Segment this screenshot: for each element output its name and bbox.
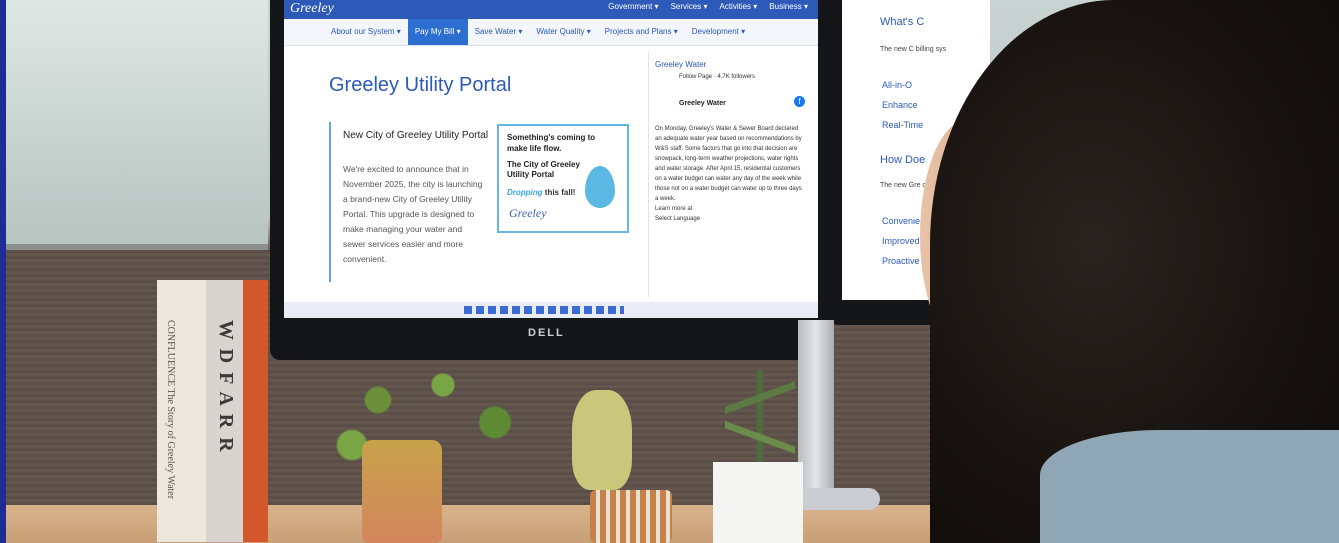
page-title: Greeley Utility Portal [329, 74, 512, 96]
subnav-development[interactable]: Development ▾ [685, 19, 752, 45]
nav-government[interactable]: Government ▾ [608, 2, 658, 11]
sub-nav: About our System ▾ Pay My Bill ▾ Save Wa… [284, 19, 818, 46]
book-confluence: CONFLUENCE The Story of Greeley Water [157, 280, 207, 542]
second-item: Convenien [882, 216, 926, 226]
second-text-1: The new C billing sys [880, 46, 947, 53]
monitor-screen: Greeley Government ▾ Services ▾ Activiti… [284, 0, 818, 318]
promo-line2: The City of Greeley Utility Portal [507, 160, 580, 179]
promo-banner[interactable]: Something's coming to make life flow. Th… [497, 124, 629, 233]
promo-logo: Greeley [509, 206, 547, 220]
site-header: Greeley Government ▾ Services ▾ Activiti… [284, 0, 818, 19]
subnav-water-quality[interactable]: Water Quality ▾ [529, 19, 597, 45]
plant-pot [362, 440, 442, 543]
announcement-card: New City of Greeley Utility Portal We're… [329, 122, 641, 282]
subnav-projects[interactable]: Projects and Plans ▾ [598, 19, 685, 45]
widget-header[interactable]: Greeley Water [655, 60, 706, 69]
top-nav: Government ▾ Services ▾ Activities ▾ Bus… [608, 2, 808, 11]
book-wd-farr: W D F A R R [206, 280, 244, 542]
book-spine-text: W D F A R R [215, 320, 237, 454]
nav-services[interactable]: Services ▾ [671, 2, 708, 11]
subnav-about[interactable]: About our System ▾ [324, 19, 408, 45]
white-pot [713, 462, 803, 543]
subnav-save-water[interactable]: Save Water ▾ [468, 19, 530, 45]
figurine [572, 390, 632, 490]
main-monitor: Greeley Government ▾ Services ▾ Activiti… [270, 0, 832, 360]
greeley-logo[interactable]: Greeley [290, 1, 334, 17]
second-item: Real-Time [882, 120, 924, 130]
select-language[interactable]: Select Language [655, 216, 700, 222]
person-shirt [1040, 430, 1339, 543]
taskbar-icons [464, 306, 624, 314]
post-author: Greeley Water [679, 100, 726, 107]
second-heading-1: What's C [880, 16, 925, 28]
taskbar [284, 302, 818, 318]
book-spine-text: CONFLUENCE The Story of Greeley Water [165, 320, 176, 500]
second-item: Enhance [882, 100, 918, 110]
window [6, 0, 268, 250]
nav-activities[interactable]: Activities ▾ [719, 2, 757, 11]
water-drop-icon [585, 166, 615, 208]
facebook-icon: f [794, 96, 805, 107]
monitor-brand: DELL [528, 327, 565, 339]
card-title: New City of Greeley Utility Portal [343, 130, 489, 141]
follow-button[interactable]: Follow Page · 4.7K followers [679, 74, 755, 80]
patterned-pot [590, 490, 672, 543]
nav-business[interactable]: Business ▾ [769, 2, 808, 11]
subnav-pay-my-bill[interactable]: Pay My Bill ▾ [407, 19, 468, 45]
monitor-stand [798, 320, 834, 500]
book-orange [243, 280, 268, 542]
promo-line3: Dropping this fall! [507, 188, 576, 197]
promo-line1: Something's coming to make life flow. [507, 133, 596, 153]
office-desk-scene: CONFLUENCE The Story of Greeley Water W … [0, 0, 1339, 543]
second-item: All-in-O [882, 80, 913, 90]
card-body: We're excited to announce that in Novemb… [343, 164, 483, 264]
monitor-stand-base [790, 488, 880, 510]
second-heading-2: How Doe [880, 154, 926, 166]
facebook-widget: Greeley Water Follow Page · 4.7K followe… [648, 52, 813, 297]
succulent [725, 370, 795, 465]
post-text: On Monday, Greeley's Water & Sewer Board… [655, 126, 802, 222]
